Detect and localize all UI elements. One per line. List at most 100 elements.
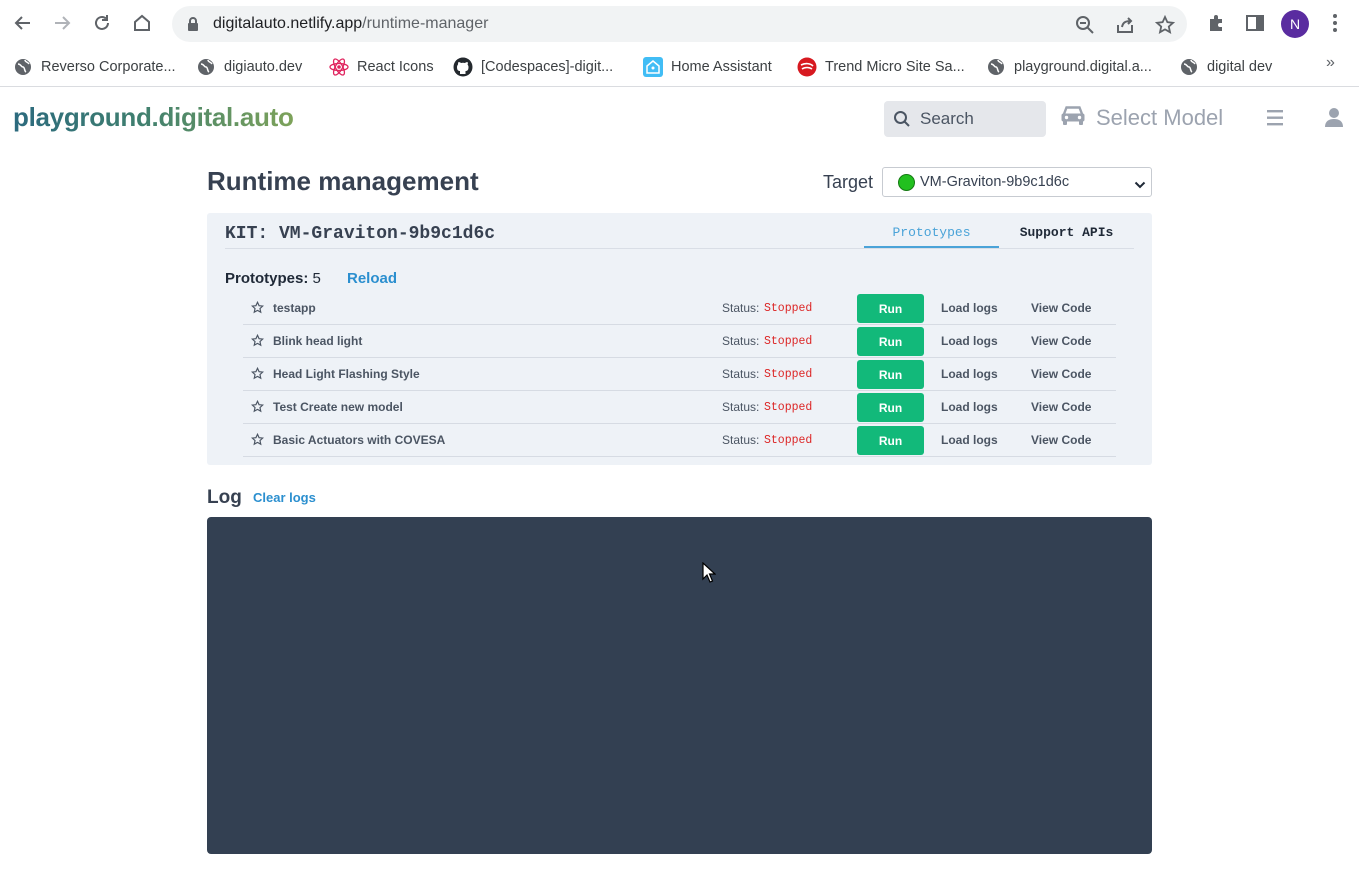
kit-title: KIT: VM-Graviton-9b9c1d6c — [225, 224, 496, 244]
star-icon[interactable] — [250, 399, 265, 418]
load-logs-button[interactable]: Load logs — [941, 367, 998, 381]
bookmark-digiauto-dev[interactable]: digiauto.dev — [196, 54, 302, 80]
bookmark-label: digital dev — [1207, 59, 1273, 75]
prototype-name[interactable]: Test Create new model — [273, 400, 403, 414]
zoom-icon[interactable] — [1074, 14, 1096, 36]
bookmark-label: Trend Micro Site Sa... — [825, 59, 965, 75]
prototype-row: testapp Status: Stopped Run Load logs Vi… — [243, 292, 1116, 325]
bookmark-codespaces[interactable]: [Codespaces]-digit... — [453, 54, 613, 80]
prototype-row: Basic Actuators with COVESA Status: Stop… — [243, 424, 1116, 457]
user-icon[interactable] — [1324, 107, 1344, 134]
view-code-button[interactable]: View Code — [1031, 433, 1091, 447]
status-label: Status: — [722, 400, 760, 414]
url-domain: digitalauto.netlify.app — [213, 15, 363, 32]
star-icon[interactable] — [250, 333, 265, 352]
hamburger-menu-icon[interactable] — [1265, 109, 1285, 132]
bookmark-playground[interactable]: playground.digital.a... — [986, 54, 1152, 80]
bookmark-digital-dev[interactable]: digital dev — [1179, 54, 1272, 80]
view-code-button[interactable]: View Code — [1031, 334, 1091, 348]
bookmark-trend-micro[interactable]: Trend Micro Site Sa... — [797, 54, 965, 80]
run-button[interactable]: Run — [857, 294, 924, 323]
side-panel-icon[interactable] — [1240, 8, 1270, 38]
status-value: Stopped — [764, 401, 813, 414]
mouse-cursor-icon — [702, 561, 717, 588]
share-icon[interactable] — [1114, 14, 1136, 36]
prototypes-count-label: Prototypes: — [225, 270, 309, 287]
react-icon — [329, 57, 349, 77]
load-logs-button[interactable]: Load logs — [941, 433, 998, 447]
bookmark-react-icons[interactable]: React Icons — [329, 54, 434, 80]
browser-menu-icon[interactable] — [1320, 8, 1350, 38]
status-value: Stopped — [764, 335, 813, 348]
view-code-button[interactable]: View Code — [1031, 367, 1091, 381]
kit-divider — [225, 248, 1134, 249]
prototype-row: Head Light Flashing Style Status: Stoppe… — [243, 358, 1116, 391]
prototype-row: Test Create new model Status: Stopped Ru… — [243, 391, 1116, 424]
bookmark-label: digiauto.dev — [224, 59, 303, 75]
site-logo[interactable]: playground.digital.auto — [13, 102, 294, 133]
bookmark-home-assistant[interactable]: Home Assistant — [643, 54, 772, 80]
status-label: Status: — [722, 367, 760, 381]
view-code-button[interactable]: View Code — [1031, 301, 1091, 315]
log-console[interactable] — [207, 517, 1152, 854]
prototype-name[interactable]: Head Light Flashing Style — [273, 367, 420, 381]
bookmarks-bar: Reverso Corporate... digiauto.dev React … — [0, 48, 1359, 87]
globe-icon — [196, 57, 216, 77]
status-label: Status: — [722, 301, 760, 315]
globe-icon — [986, 57, 1006, 77]
target-value: VM-Graviton-9b9c1d6c — [920, 174, 1070, 190]
star-icon[interactable] — [250, 432, 265, 451]
load-logs-button[interactable]: Load logs — [941, 400, 998, 414]
bookmark-reverso[interactable]: Reverso Corporate... — [13, 54, 176, 80]
extensions-icon[interactable] — [1201, 8, 1231, 38]
back-arrow-icon[interactable] — [8, 8, 38, 38]
address-bar[interactable]: digitalauto.netlify.app/runtime-manager — [172, 6, 1187, 42]
prototypes-count: Prototypes: 5 — [225, 270, 321, 287]
target-select[interactable]: VM-Graviton-9b9c1d6c — [882, 167, 1152, 197]
status-label: Status: — [722, 334, 760, 348]
prototype-name[interactable]: Basic Actuators with COVESA — [273, 433, 445, 447]
prototype-name[interactable]: Blink head light — [273, 334, 362, 348]
car-icon — [1060, 104, 1086, 132]
chevron-down-icon — [1134, 177, 1146, 195]
status-label: Status: — [722, 433, 760, 447]
status-value: Stopped — [764, 434, 813, 447]
forward-arrow-icon[interactable] — [47, 8, 77, 38]
bookmark-label: React Icons — [357, 59, 434, 75]
prototypes-count-value: 5 — [312, 270, 321, 287]
view-code-button[interactable]: View Code — [1031, 400, 1091, 414]
run-button[interactable]: Run — [857, 426, 924, 455]
load-logs-button[interactable]: Load logs — [941, 301, 998, 315]
kit-panel: KIT: VM-Graviton-9b9c1d6c Prototypes Sup… — [207, 213, 1152, 465]
trend-micro-icon — [797, 57, 817, 77]
search-input[interactable] — [920, 107, 1038, 131]
bookmark-star-icon[interactable] — [1154, 14, 1176, 36]
tab-support-apis[interactable]: Support APIs — [999, 223, 1134, 248]
target-online-indicator — [898, 174, 915, 191]
home-icon[interactable] — [127, 8, 157, 38]
globe-icon — [1179, 57, 1199, 77]
search-box[interactable] — [884, 101, 1046, 137]
select-model-button[interactable]: Select Model — [1060, 102, 1223, 134]
browser-toolbar: digitalauto.netlify.app/runtime-manager … — [0, 0, 1359, 48]
search-icon — [893, 110, 911, 133]
log-title: Log — [207, 487, 242, 508]
run-button[interactable]: Run — [857, 327, 924, 356]
star-icon[interactable] — [250, 300, 265, 319]
more-bookmarks-button[interactable]: » — [1326, 54, 1335, 72]
load-logs-button[interactable]: Load logs — [941, 334, 998, 348]
reload-icon[interactable] — [87, 8, 117, 38]
profile-avatar[interactable]: N — [1281, 10, 1309, 38]
github-icon — [453, 57, 473, 77]
status-value: Stopped — [764, 368, 813, 381]
globe-icon — [13, 57, 33, 77]
url-path: /runtime-manager — [362, 15, 489, 32]
star-icon[interactable] — [250, 366, 265, 385]
clear-logs-button[interactable]: Clear logs — [253, 490, 316, 505]
run-button[interactable]: Run — [857, 393, 924, 422]
tab-prototypes[interactable]: Prototypes — [864, 223, 999, 248]
prototype-name[interactable]: testapp — [273, 301, 316, 315]
reload-button[interactable]: Reload — [347, 270, 397, 287]
bookmark-label: [Codespaces]-digit... — [481, 59, 614, 75]
run-button[interactable]: Run — [857, 360, 924, 389]
